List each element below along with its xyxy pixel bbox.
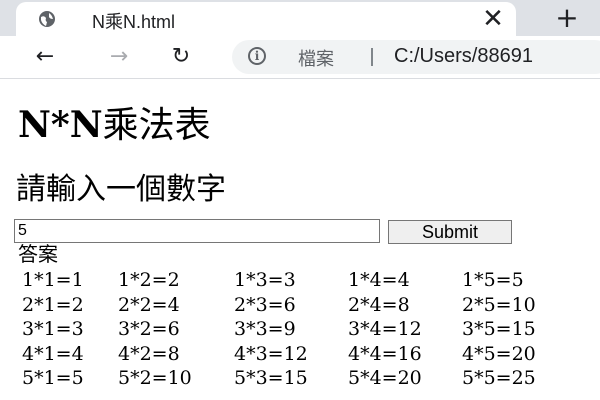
tab-strip: N乘N.html ✕ + xyxy=(0,0,600,36)
table-cell: 3*4=12 xyxy=(348,318,422,340)
table-cell: 1*1=1 xyxy=(22,269,84,291)
tab-title: N乘N.html xyxy=(92,12,176,32)
number-input[interactable] xyxy=(14,219,380,243)
file-scheme-label: 檔案 xyxy=(298,49,334,70)
table-cell: 2*2=4 xyxy=(118,293,180,316)
table-cell: 3*1=3 xyxy=(22,318,84,340)
globe-icon xyxy=(39,11,55,27)
table-cell: 5*3=15 xyxy=(234,367,308,389)
table-cell: 5*4=20 xyxy=(348,367,422,389)
browser-toolbar: ← → ↻ i 檔案 C:/Users/88691 xyxy=(0,36,600,79)
page-title-latin: N*N xyxy=(18,104,103,146)
table-cell: 2*1=2 xyxy=(22,293,84,316)
table-cell: 3*2=6 xyxy=(118,318,180,340)
forward-arrow-icon[interactable]: → xyxy=(104,42,134,72)
active-tab[interactable]: N乘N.html ✕ xyxy=(16,2,516,36)
table-cell: 4*2=8 xyxy=(118,342,180,365)
answer-label: 答案 xyxy=(18,242,58,266)
table-cell: 2*3=6 xyxy=(234,293,296,316)
submit-button[interactable]: Submit xyxy=(388,220,512,244)
new-tab-icon[interactable]: + xyxy=(550,1,584,35)
back-arrow-icon[interactable]: ← xyxy=(30,42,60,72)
table-cell: 2*5=10 xyxy=(462,293,536,316)
table-cell: 5*5=25 xyxy=(462,367,536,389)
info-icon[interactable]: i xyxy=(248,47,266,65)
table-cell: 1*5=5 xyxy=(462,269,524,291)
table-cell: 4*1=4 xyxy=(22,342,84,365)
page-title: N*N乘法表 xyxy=(18,96,211,148)
reload-icon[interactable]: ↻ xyxy=(166,42,196,72)
table-cell: 5*2=10 xyxy=(118,367,192,389)
table-cell: 3*3=9 xyxy=(234,318,296,340)
page-title-cjk: 乘法表 xyxy=(102,105,211,146)
page-subtitle: 請輸入一個數字 xyxy=(16,172,226,207)
url-text[interactable]: C:/Users/88691 xyxy=(394,45,533,68)
table-cell: 5*1=5 xyxy=(22,367,84,389)
table-cell: 1*3=3 xyxy=(234,269,296,291)
table-cell: 3*5=15 xyxy=(462,318,536,340)
table-cell: 1*2=2 xyxy=(118,269,180,291)
table-cell: 4*5=20 xyxy=(462,342,536,365)
table-cell: 4*3=12 xyxy=(234,342,308,365)
address-divider xyxy=(371,48,373,66)
table-cell: 1*4=4 xyxy=(348,269,410,291)
address-bar[interactable]: i 檔案 C:/Users/88691 xyxy=(232,40,600,74)
close-tab-icon[interactable]: ✕ xyxy=(478,4,508,34)
table-cell: 4*4=16 xyxy=(348,342,422,365)
table-cell: 2*4=8 xyxy=(348,293,410,316)
